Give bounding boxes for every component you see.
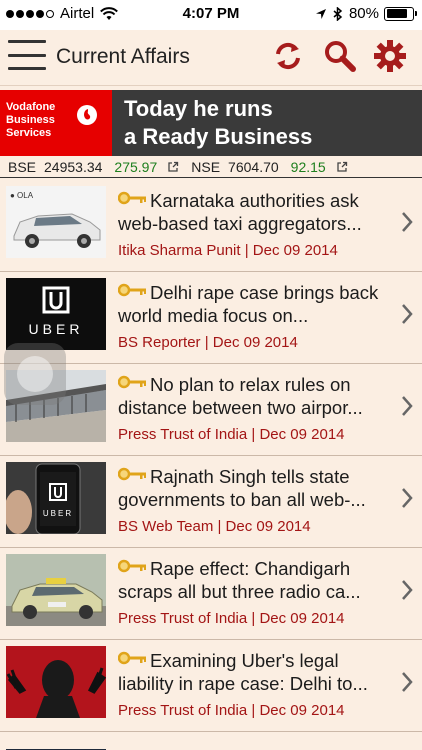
bluetooth-icon bbox=[333, 6, 343, 21]
news-headline: Karnataka authorities ask web-based taxi… bbox=[118, 190, 362, 234]
svg-text:UBER: UBER bbox=[43, 509, 73, 518]
battery-icon bbox=[384, 6, 417, 21]
nse-change: 92.15 bbox=[290, 158, 326, 175]
nse-external-link-icon[interactable] bbox=[336, 161, 348, 173]
news-headline: Rajnath Singh tells state governments to… bbox=[118, 466, 366, 510]
vodafone-logo-icon bbox=[77, 105, 97, 125]
news-headline: Delhi rape case brings back world media … bbox=[118, 282, 379, 326]
bse-change: 275.97 bbox=[114, 158, 158, 175]
news-byline: Press Trust of India | Dec 09 2014 bbox=[118, 702, 345, 719]
news-item[interactable]: Examining Uber's legal liability in rape… bbox=[0, 640, 422, 732]
news-list: ● OLA Karnataka authorities ask web-base… bbox=[0, 180, 422, 732]
battery-percent: 80% bbox=[348, 5, 379, 22]
svg-text:● OLA: ● OLA bbox=[10, 191, 34, 200]
ad-banner[interactable]: Vodafone Business Services Today he runs… bbox=[0, 90, 422, 156]
page-title: Current Affairs bbox=[56, 45, 190, 68]
news-byline: Press Trust of India | Dec 09 2014 bbox=[118, 426, 345, 443]
news-headline: Rape effect: Chandigarh scraps all but t… bbox=[118, 558, 361, 602]
news-byline: Itika Sharma Punit | Dec 09 2014 bbox=[118, 242, 338, 259]
news-byline: BS Reporter | Dec 09 2014 bbox=[118, 334, 298, 351]
svg-text:UBER: UBER bbox=[29, 321, 84, 337]
status-bar: Airtel 4:07 PM 80% bbox=[0, 0, 422, 30]
chevron-right-icon bbox=[402, 212, 413, 232]
market-ticker: BSE 24953.34 275.97 NSE 7604.70 92.15 bbox=[0, 156, 422, 178]
ad-headline-line1: Today he runs bbox=[124, 96, 273, 121]
news-item[interactable]: Rape effect: Chandigarh scraps all but t… bbox=[0, 548, 422, 640]
chevron-right-icon bbox=[402, 580, 413, 600]
chevron-right-icon bbox=[402, 396, 413, 416]
bse-external-link-icon[interactable] bbox=[167, 161, 179, 173]
assistive-touch-button[interactable] bbox=[4, 343, 66, 405]
next-news-item-peek bbox=[0, 742, 422, 750]
news-item[interactable]: ● OLA Karnataka authorities ask web-base… bbox=[0, 180, 422, 272]
news-byline: BS Web Team | Dec 09 2014 bbox=[118, 518, 311, 535]
news-thumbnail-uber-logo: UBER bbox=[6, 278, 106, 350]
news-headline: Examining Uber's legal liability in rape… bbox=[118, 650, 368, 694]
chevron-right-icon bbox=[402, 304, 413, 324]
ad-brand-text: Vodafone Business Services bbox=[6, 101, 56, 139]
nse-label: NSE bbox=[191, 158, 221, 175]
news-thumbnail-taxi bbox=[6, 554, 106, 626]
status-indicators: 80% bbox=[315, 5, 417, 22]
bse-value: 24953.34 bbox=[44, 158, 103, 175]
ad-headline-line2: a Ready Business bbox=[124, 124, 313, 149]
bse-label: BSE bbox=[8, 158, 37, 175]
location-arrow-icon bbox=[315, 8, 326, 19]
search-icon[interactable] bbox=[322, 38, 358, 74]
news-headline: No plan to relax rules on distance betwe… bbox=[118, 374, 363, 418]
refresh-icon[interactable] bbox=[270, 38, 306, 74]
nse-value: 7604.70 bbox=[228, 158, 279, 175]
news-byline: Press Trust of India | Dec 09 2014 bbox=[118, 610, 345, 627]
news-item[interactable]: UBER Rajnath Singh tells state governmen… bbox=[0, 456, 422, 548]
news-thumbnail-uber-phone: UBER bbox=[6, 462, 106, 534]
chevron-right-icon bbox=[402, 488, 413, 508]
app-header: Current Affairs bbox=[0, 30, 422, 86]
menu-icon[interactable] bbox=[8, 40, 46, 70]
news-thumbnail-ola-car: ● OLA bbox=[6, 186, 106, 258]
chevron-right-icon bbox=[402, 672, 413, 692]
news-thumbnail-protest bbox=[6, 646, 106, 718]
gear-icon[interactable] bbox=[372, 38, 408, 74]
